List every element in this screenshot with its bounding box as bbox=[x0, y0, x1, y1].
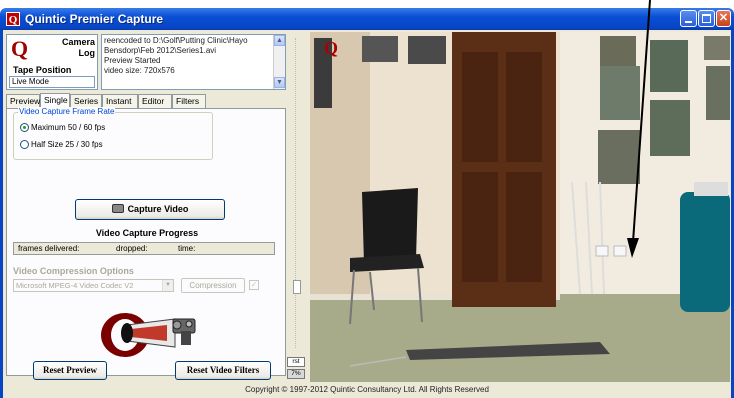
quintic-logo-icon: Q bbox=[11, 36, 29, 61]
minimize-icon bbox=[685, 21, 692, 23]
maximize-button[interactable] bbox=[698, 10, 715, 27]
chair bbox=[362, 188, 418, 264]
frame-rate-group: Video Capture Frame Rate Maximum 50 / 60… bbox=[13, 107, 213, 160]
wall-frame bbox=[704, 36, 730, 60]
wall-frame bbox=[408, 36, 446, 64]
chevron-down-icon[interactable]: ▼ bbox=[162, 280, 173, 291]
close-button[interactable]: ✕ bbox=[716, 10, 731, 27]
splitter-track bbox=[295, 38, 299, 348]
app-logo-icon: Q bbox=[6, 12, 20, 26]
half-size-fps-label[interactable]: Half Size 25 / 30 fps bbox=[31, 140, 103, 149]
rst-button[interactable]: rst bbox=[287, 357, 305, 367]
log-line: Bensdorp\Feb 2012\Series1.avi bbox=[104, 46, 217, 55]
maximum-fps-radio[interactable] bbox=[20, 123, 29, 132]
capture-progress-row: frames delivered: dropped: time: bbox=[13, 242, 275, 255]
tab-preview[interactable]: Preview bbox=[6, 94, 40, 108]
tab-strip: Preview Single Series Instant Editor Fil… bbox=[6, 93, 286, 109]
tab-editor[interactable]: Editor bbox=[138, 94, 172, 108]
close-icon: ✕ bbox=[718, 12, 729, 24]
wall-frame bbox=[650, 40, 688, 92]
single-tab-panel: Video Capture Frame Rate Maximum 50 / 60… bbox=[6, 107, 286, 376]
camera-icon bbox=[111, 204, 124, 213]
splitter-handle[interactable] bbox=[293, 280, 301, 294]
video-preview[interactable]: Q bbox=[310, 32, 730, 382]
half-size-fps-radio[interactable] bbox=[20, 140, 29, 149]
wall-frame bbox=[706, 66, 730, 120]
scroll-down-icon[interactable]: ▼ bbox=[274, 77, 285, 88]
capture-video-label: Capture Video bbox=[127, 204, 189, 214]
wall-frame bbox=[598, 130, 640, 184]
window-title: Quintic Premier Capture bbox=[25, 12, 164, 26]
dropped-label: dropped: bbox=[116, 244, 148, 253]
capture-progress-title: Video Capture Progress bbox=[95, 228, 199, 238]
camera-log-box: Q Camera Log Tape Position Live Mode bbox=[6, 34, 98, 90]
golf-bag bbox=[680, 192, 730, 312]
quintic-camera-logo-icon bbox=[101, 313, 196, 357]
frame-rate-title: Video Capture Frame Rate bbox=[18, 107, 116, 116]
scroll-up-icon[interactable]: ▲ bbox=[274, 35, 285, 46]
tape-position-field[interactable]: Live Mode bbox=[9, 76, 95, 88]
title-bar: Q Quintic Premier Capture ✕ bbox=[0, 8, 734, 30]
minimize-button[interactable] bbox=[680, 10, 697, 27]
wall-frame bbox=[362, 36, 398, 62]
compression-title: Video Compression Options bbox=[13, 266, 134, 276]
frames-delivered-label: frames delivered: bbox=[18, 244, 80, 253]
control-panel: Q Camera Log Tape Position Live Mode ree… bbox=[3, 30, 286, 384]
maximum-fps-label[interactable]: Maximum 50 / 60 fps bbox=[31, 123, 105, 132]
maximize-icon bbox=[702, 14, 711, 23]
wall-frame bbox=[600, 66, 640, 120]
log-textbox[interactable]: reencoded to D:\Golf\Putting Clinic\Hayo… bbox=[101, 34, 286, 90]
log-line: Preview Started bbox=[104, 56, 161, 65]
compression-button[interactable]: Compression bbox=[181, 278, 245, 293]
tab-filters[interactable]: Filters bbox=[172, 94, 206, 108]
zoom-label: 7% bbox=[287, 369, 305, 379]
tab-series[interactable]: Series bbox=[70, 94, 102, 108]
panel-splitter[interactable] bbox=[288, 30, 308, 382]
codec-select[interactable]: Microsoft MPEG-4 Video Codec V2 ▼ bbox=[13, 279, 174, 292]
log-scrollbar[interactable]: ▲ ▼ bbox=[273, 35, 285, 89]
reset-preview-button[interactable]: Reset Preview bbox=[33, 361, 107, 380]
reset-video-filters-button[interactable]: Reset Video Filters bbox=[175, 361, 271, 380]
log-line: video size: 720x576 bbox=[104, 66, 175, 75]
footer-copyright: Copyright © 1997-2012 Quintic Consultanc… bbox=[245, 385, 489, 394]
time-label: time: bbox=[178, 244, 196, 253]
codec-value: Microsoft MPEG-4 Video Codec V2 bbox=[16, 281, 134, 290]
log-lines: reencoded to D:\Golf\Putting Clinic\Hayo… bbox=[104, 36, 270, 76]
video-logo-icon: Q bbox=[324, 38, 338, 58]
wall-frame bbox=[650, 100, 690, 156]
compression-checkbox[interactable]: ✓ bbox=[249, 280, 259, 290]
tab-instant[interactable]: Instant bbox=[102, 94, 138, 108]
camera-log-label: Camera Log bbox=[61, 37, 95, 58]
capture-video-button[interactable]: Capture Video bbox=[75, 199, 225, 220]
tape-position-label: Tape Position bbox=[13, 65, 72, 75]
log-line: reencoded to D:\Golf\Putting Clinic\Hayo bbox=[104, 36, 248, 45]
